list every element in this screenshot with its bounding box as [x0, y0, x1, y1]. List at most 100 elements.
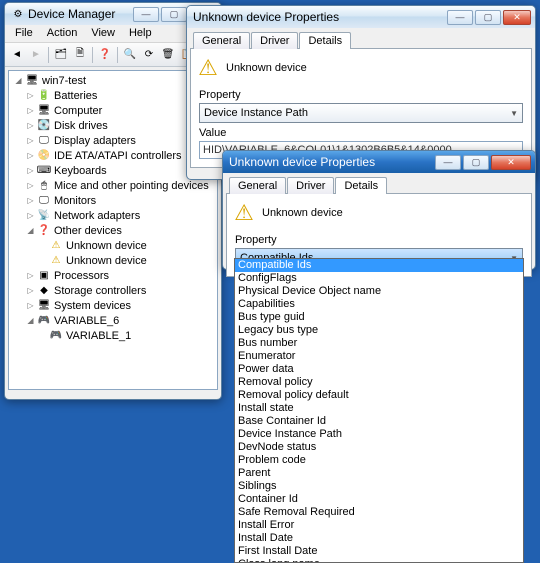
minimize-button[interactable]: — [435, 155, 461, 170]
dropdown-option[interactable]: Container Id [235, 493, 523, 506]
device-icon: ⌨ [37, 164, 51, 178]
dropdown-option[interactable]: Safe Removal Required [235, 506, 523, 519]
dropdown-option[interactable]: Bus number [235, 337, 523, 350]
uninstall-icon[interactable]: 🗑 [159, 46, 177, 64]
close-button[interactable]: ✕ [503, 10, 531, 25]
dropdown-option[interactable]: Enumerator [235, 350, 523, 363]
dropdown-option[interactable]: Physical Device Object name [235, 285, 523, 298]
dropdown-option[interactable]: Removal policy default [235, 389, 523, 402]
device-icon: 📀 [37, 149, 51, 163]
expand-icon[interactable]: ▷ [25, 105, 36, 116]
tree-item[interactable]: Computer [54, 105, 102, 117]
menu-file[interactable]: File [9, 26, 39, 41]
expand-icon[interactable]: ▷ [25, 150, 36, 161]
menu-action[interactable]: Action [41, 26, 84, 41]
collapse-icon[interactable]: ◢ [13, 75, 24, 86]
dropdown-option[interactable]: Removal policy [235, 376, 523, 389]
expand-icon[interactable]: ▷ [25, 120, 36, 131]
forward-button[interactable]: ► [27, 46, 45, 64]
tree-item[interactable]: Other devices [54, 225, 122, 237]
tree-item[interactable]: Processors [54, 270, 109, 282]
expand-icon[interactable]: ▷ [25, 90, 36, 101]
tree-item[interactable]: Batteries [54, 90, 97, 102]
property-dropdown-list[interactable]: Compatible IdsConfigFlagsPhysical Device… [234, 258, 524, 563]
dropdown-option[interactable]: Install Error [235, 519, 523, 532]
dropdown-option[interactable]: Device Instance Path [235, 428, 523, 441]
tree-item[interactable]: Mice and other pointing devices [54, 180, 209, 192]
tree-item[interactable]: VARIABLE_1 [66, 330, 131, 342]
dropdown-option[interactable]: Problem code [235, 454, 523, 467]
device-icon: 🎮 [49, 329, 63, 343]
property-select[interactable]: Device Instance Path▼ [199, 103, 523, 123]
collapse-icon[interactable]: ◢ [25, 315, 36, 326]
menu-help[interactable]: Help [123, 26, 158, 41]
dropdown-option[interactable]: ConfigFlags [235, 272, 523, 285]
maximize-button[interactable]: ▢ [161, 7, 187, 22]
tab-details[interactable]: Details [335, 177, 387, 194]
minimize-button[interactable]: — [447, 10, 473, 25]
menu-view[interactable]: View [85, 26, 121, 41]
device-icon: 🖥 [37, 104, 51, 118]
expand-icon[interactable]: ▷ [25, 135, 36, 146]
dropdown-option[interactable]: Install state [235, 402, 523, 415]
titlebar[interactable]: Unknown device Properties — ▢ ✕ [187, 6, 535, 28]
tab-driver[interactable]: Driver [287, 177, 334, 194]
update-icon[interactable]: ⟳ [140, 46, 158, 64]
expand-icon[interactable]: ▷ [25, 165, 36, 176]
device-icon: 🎮 [37, 314, 51, 328]
dropdown-option[interactable]: Capabilities [235, 298, 523, 311]
expand-icon[interactable]: ▷ [25, 300, 36, 311]
tree-item[interactable]: Monitors [54, 195, 96, 207]
tree-item[interactable]: Disk drives [54, 120, 108, 132]
back-button[interactable]: ◄ [8, 46, 26, 64]
scan-icon[interactable]: 🔍 [121, 46, 139, 64]
tree-root[interactable]: win7-test [42, 75, 86, 87]
close-button[interactable]: ✕ [491, 155, 531, 170]
device-warning-icon: ⚠ [201, 61, 215, 75]
device-icon: 🖵 [37, 194, 51, 208]
device-icon: 🔋 [37, 89, 51, 103]
expand-icon[interactable]: ▷ [25, 180, 36, 191]
tree-item[interactable]: VARIABLE_6 [54, 315, 119, 327]
tree-icon[interactable]: 🗂 [52, 46, 70, 64]
dropdown-option[interactable]: Class long name [235, 558, 523, 563]
tab-general[interactable]: General [193, 32, 250, 49]
other-icon: ❓ [37, 224, 51, 238]
dropdown-option[interactable]: Bus type guid [235, 311, 523, 324]
tab-general[interactable]: General [229, 177, 286, 194]
tree-item[interactable]: Unknown device [66, 255, 147, 267]
dropdown-option[interactable]: Base Container Id [235, 415, 523, 428]
dropdown-option[interactable]: Power data [235, 363, 523, 376]
tree-item[interactable]: IDE ATA/ATAPI controllers [54, 150, 182, 162]
property-label: Property [199, 89, 523, 101]
tab-driver[interactable]: Driver [251, 32, 298, 49]
dropdown-option[interactable]: Install Date [235, 532, 523, 545]
dropdown-option[interactable]: First Install Date [235, 545, 523, 558]
collapse-icon[interactable]: ◢ [25, 225, 36, 236]
tree-item[interactable]: Keyboards [54, 165, 107, 177]
maximize-button[interactable]: ▢ [463, 155, 489, 170]
tree-item[interactable]: System devices [54, 300, 131, 312]
maximize-button[interactable]: ▢ [475, 10, 501, 25]
list-icon[interactable]: 🗎 [71, 46, 89, 64]
app-icon: ⚙ [11, 7, 25, 21]
dropdown-option[interactable]: DevNode status [235, 441, 523, 454]
titlebar[interactable]: Unknown device Properties — ▢ ✕ [223, 151, 535, 173]
minimize-button[interactable]: — [133, 7, 159, 22]
expand-icon[interactable]: ▷ [25, 270, 36, 281]
help-icon[interactable]: ❓ [96, 46, 114, 64]
unknown-icon: ⚠ [49, 254, 63, 268]
tree-item[interactable]: Display adapters [54, 135, 136, 147]
dropdown-option[interactable]: Parent [235, 467, 523, 480]
expand-icon[interactable]: ▷ [25, 210, 36, 221]
tree-item[interactable]: Network adapters [54, 210, 140, 222]
expand-icon[interactable]: ▷ [25, 285, 36, 296]
dropdown-option[interactable]: Compatible Ids [235, 259, 523, 272]
dropdown-option[interactable]: Siblings [235, 480, 523, 493]
value-label: Value [199, 127, 523, 139]
dropdown-option[interactable]: Legacy bus type [235, 324, 523, 337]
tab-details[interactable]: Details [299, 32, 351, 49]
expand-icon[interactable]: ▷ [25, 195, 36, 206]
tree-item[interactable]: Unknown device [66, 240, 147, 252]
tree-item[interactable]: Storage controllers [54, 285, 146, 297]
